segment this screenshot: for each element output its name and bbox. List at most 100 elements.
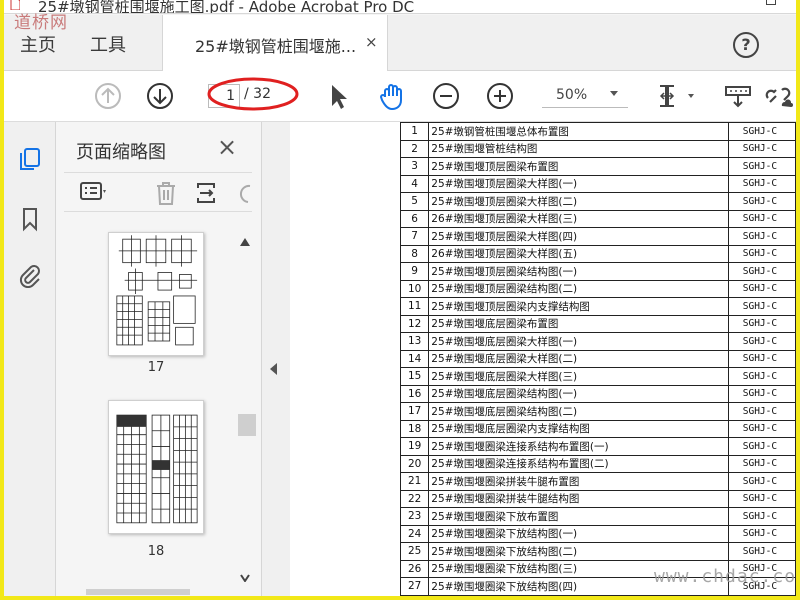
trash-icon[interactable]	[154, 180, 178, 206]
drawing-preview	[116, 235, 198, 346]
row-number: 20	[399, 454, 430, 473]
attachment-paperclip-icon[interactable]	[17, 262, 43, 288]
row-number: 26	[399, 559, 430, 578]
thumbnail-options-icon[interactable]	[80, 181, 108, 203]
row-number: 14	[399, 349, 430, 368]
table-row: 5 25#墩围堰顶层圈梁大样图(二) SGHJ-C	[399, 192, 796, 211]
table-row: 9 25#墩围堰顶层圈梁结构图(一) SGHJ-C	[399, 262, 796, 281]
zoom-out-button[interactable]	[430, 80, 462, 112]
toolbar: 1 / 32 50%	[4, 71, 796, 122]
thumbnail-scrollbar-handle[interactable]	[238, 414, 256, 436]
row-number: 15	[399, 367, 430, 386]
row-title: 25#墩围堰顶层圈梁结构图(二)	[428, 279, 729, 298]
row-number: 24	[399, 524, 430, 543]
arrow-down-circle-icon	[147, 83, 173, 109]
row-number: 13	[399, 332, 430, 351]
row-title: 25#墩围堰管桩结构图	[428, 139, 729, 158]
document-viewport[interactable]: 1 25#墩钢管桩围堰总体布置图 SGHJ-C 2 25#墩围堰管桩结构图 SGHJ-C 3…	[290, 122, 796, 596]
table-row: 12 25#墩围堰底层圈梁布置图 SGHJ-C	[399, 314, 796, 333]
close-panel-icon[interactable]: ×	[217, 133, 237, 161]
hand-tool-button[interactable]	[376, 80, 408, 112]
scroll-mode-button[interactable]	[722, 80, 754, 112]
table-row: 8 26#墩围堰顶层圈梁大样图(五) SGHJ-C	[399, 244, 796, 263]
row-title: 25#墩围堰底层圈梁大样图(三)	[428, 367, 729, 386]
row-code: SGHJ-C	[727, 174, 796, 193]
page-thumbnail-18[interactable]	[108, 400, 204, 534]
thumbnail-page-number: 17	[147, 360, 165, 375]
zoom-in-button[interactable]	[484, 80, 516, 112]
row-title: 25#墩围堰顶层圈梁大样图(一)	[428, 174, 729, 193]
row-code: SGHJ-C	[727, 349, 796, 368]
tab-home[interactable]: 主页	[20, 31, 56, 57]
row-code: SGHJ-C	[727, 419, 796, 438]
table-row: 20 25#墩围堰圈梁连接系结构布置图(二) SGHJ-C	[399, 454, 796, 473]
row-number: 11	[399, 297, 430, 316]
table-row: 22 25#墩围堰圈梁拼装牛腿结构图 SGHJ-C	[399, 489, 796, 508]
row-code: SGHJ-C	[727, 507, 796, 526]
row-code: SGHJ-C	[727, 262, 796, 281]
horizontal-scrollbar-handle[interactable]	[86, 589, 190, 595]
row-title: 25#墩围堰圈梁下放结构图(一)	[428, 524, 729, 543]
help-button[interactable]: ?	[733, 32, 759, 58]
close-tab-icon[interactable]: ×	[365, 33, 378, 51]
row-number: 10	[399, 279, 430, 298]
navigation-rail	[4, 122, 56, 596]
insert-page-icon[interactable]	[194, 180, 218, 206]
zoom-select[interactable]: 50%	[542, 84, 628, 108]
tab-bar: 主页 工具 25#墩钢管桩围堰施... × ?	[4, 15, 796, 72]
table-row: 19 25#墩围堰圈梁连接系结构布置图(一) SGHJ-C	[399, 437, 796, 456]
row-number: 1	[399, 122, 430, 141]
tab-tools[interactable]: 工具	[90, 31, 126, 57]
row-number: 19	[399, 437, 430, 456]
maximize-button[interactable]	[766, 0, 776, 5]
tab-document[interactable]: 25#墩钢管桩围堰施... ×	[162, 15, 388, 72]
row-number: 4	[399, 174, 430, 193]
page-display-button[interactable]	[656, 80, 700, 112]
table-row: 24 25#墩围堰圈梁下放结构图(一) SGHJ-C	[399, 524, 796, 543]
row-number: 16	[399, 384, 430, 403]
row-number: 6	[399, 209, 430, 228]
previous-page-button[interactable]	[92, 80, 124, 112]
row-title: 25#墩围堰圈梁拼装牛腿结构图	[428, 489, 729, 508]
row-number: 5	[399, 192, 430, 211]
row-number: 3	[399, 157, 430, 176]
thumbnail-toolbar	[64, 172, 252, 212]
row-number: 27	[399, 577, 430, 596]
select-tool-button[interactable]	[322, 80, 354, 112]
table-row: 3 25#墩围堰顶层圈梁布置图 SGHJ-C	[399, 157, 796, 176]
row-code: SGHJ-C	[727, 314, 796, 333]
row-number: 22	[399, 489, 430, 508]
row-code: SGHJ-C	[727, 542, 796, 561]
minus-circle-icon	[433, 83, 459, 109]
bookmark-icon[interactable]	[17, 206, 43, 232]
scroll-up-arrow-icon[interactable]	[240, 238, 250, 246]
row-code: SGHJ-C	[727, 367, 796, 386]
page-thumbnails-icon[interactable]	[17, 146, 43, 172]
row-title: 25#墩围堰底层圈梁结构图(二)	[428, 402, 729, 421]
row-code: SGHJ-C	[727, 192, 796, 211]
plus-circle-icon	[487, 83, 513, 109]
row-title: 25#墩围堰顶层圈梁大样图(四)	[428, 227, 729, 246]
thumbnail-list: 17 18	[64, 232, 236, 594]
page-number-input[interactable]: 1	[208, 84, 240, 108]
row-title: 25#墩围堰底层圈梁布置图	[428, 314, 729, 333]
collapse-left-arrow-icon[interactable]	[270, 363, 277, 375]
pdf-page: 1 25#墩钢管桩围堰总体布置图 SGHJ-C 2 25#墩围堰管桩结构图 SGHJ-C 3…	[290, 122, 796, 596]
row-code: SGHJ-C	[727, 402, 796, 421]
next-page-button[interactable]	[144, 80, 176, 112]
panel-splitter[interactable]	[262, 122, 290, 596]
rotate-page-icon[interactable]	[236, 182, 252, 204]
row-title: 25#墩围堰底层圈梁大样图(一)	[428, 332, 729, 351]
table-row: 14 25#墩围堰底层圈梁大样图(二) SGHJ-C	[399, 349, 796, 368]
pointer-arrow-icon	[332, 85, 347, 109]
row-code: SGHJ-C	[727, 157, 796, 176]
drawing-preview	[116, 414, 198, 524]
keyboard-scroll-icon	[725, 86, 751, 108]
share-link-button[interactable]	[762, 80, 794, 112]
table-row: 2 25#墩围堰管桩结构图 SGHJ-C	[399, 139, 796, 158]
scroll-down-arrow-icon[interactable]	[240, 574, 250, 582]
row-title: 25#墩围堰底层圈梁结构图(一)	[428, 384, 729, 403]
table-row: 10 25#墩围堰顶层圈梁结构图(二) SGHJ-C	[399, 279, 796, 298]
chevron-down-icon[interactable]	[610, 91, 618, 96]
page-thumbnail-17[interactable]	[108, 232, 204, 356]
